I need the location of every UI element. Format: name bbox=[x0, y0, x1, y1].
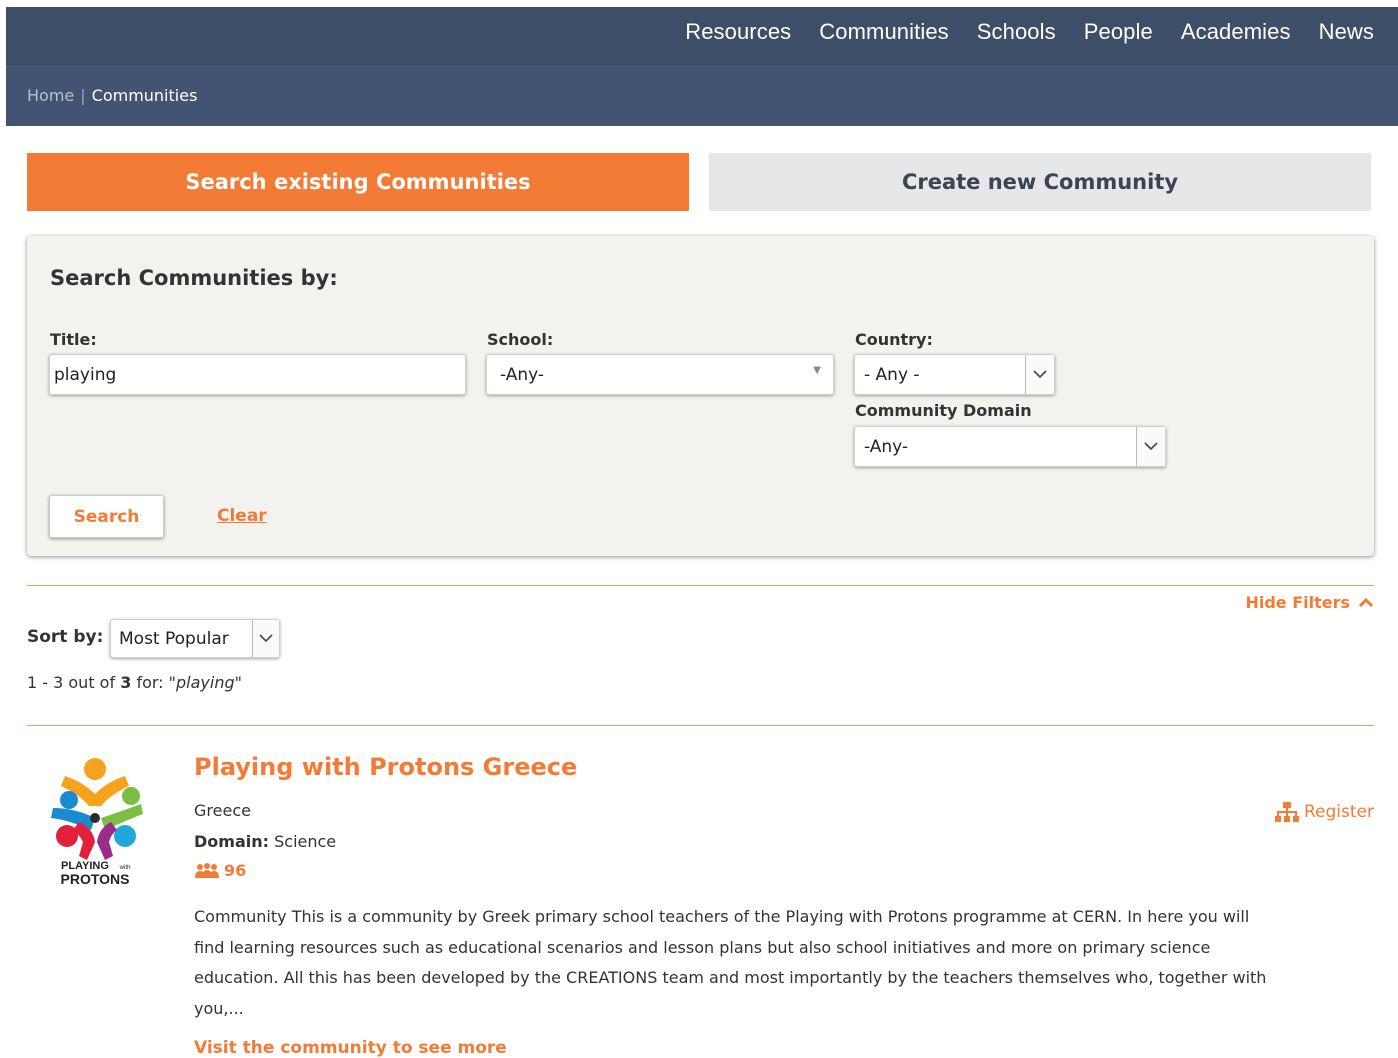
nav-academies[interactable]: Academies bbox=[1181, 19, 1291, 45]
breadcrumb: Home | Communities bbox=[27, 86, 197, 105]
community-logo[interactable]: PLAYING with PROTONS bbox=[45, 758, 155, 893]
community-members: 96 bbox=[194, 861, 246, 880]
tab-search-communities[interactable]: Search existing Communities bbox=[27, 153, 689, 211]
members-icon bbox=[195, 862, 219, 878]
community-description: Community This is a community by Greek p… bbox=[194, 907, 1267, 1018]
chevron-down-icon bbox=[1136, 427, 1165, 466]
filters-panel: Search Communities by: Title: playing Sc… bbox=[27, 236, 1374, 556]
school-select-value: -Any- bbox=[500, 364, 545, 385]
community-domain-value: -Any- bbox=[864, 436, 909, 457]
register-icon bbox=[1275, 802, 1299, 822]
community-domain-label: Community Domain bbox=[855, 401, 1032, 420]
nav-news[interactable]: News bbox=[1319, 19, 1374, 45]
nav-schools[interactable]: Schools bbox=[977, 19, 1056, 45]
tab-create-community[interactable]: Create new Community bbox=[709, 153, 1371, 211]
title-input[interactable]: playing bbox=[49, 354, 466, 395]
community-title-link[interactable]: Playing with Protons Greece bbox=[194, 753, 577, 781]
community-domain-select[interactable]: -Any- bbox=[854, 426, 1166, 467]
title-label: Title: bbox=[50, 330, 97, 349]
chevron-up-icon bbox=[1358, 597, 1374, 608]
divider bbox=[27, 725, 1374, 726]
sort-label: Sort by: bbox=[27, 627, 104, 647]
hide-filters-toggle[interactable]: Hide Filters bbox=[1245, 593, 1374, 612]
top-navigation: Resources Communities Schools People Aca… bbox=[6, 7, 1398, 66]
clear-link[interactable]: Clear bbox=[217, 506, 267, 526]
hide-filters-label: Hide Filters bbox=[1245, 593, 1350, 612]
filters-heading: Search Communities by: bbox=[50, 266, 338, 290]
logo-text-protons: PROTONS bbox=[61, 871, 130, 887]
nav-communities[interactable]: Communities bbox=[819, 19, 948, 45]
chevron-down-icon bbox=[1025, 355, 1054, 394]
chevron-down-icon bbox=[252, 620, 279, 657]
country-select[interactable]: - Any - bbox=[854, 354, 1055, 395]
title-input-value: playing bbox=[54, 364, 117, 385]
breadcrumb-bar: Home | Communities bbox=[6, 66, 1398, 126]
community-country: Greece bbox=[194, 801, 251, 820]
dropdown-triangle-icon: ▼ bbox=[813, 365, 821, 376]
visit-community-link[interactable]: Visit the community to see more bbox=[194, 1038, 507, 1058]
nav-links: Resources Communities Schools People Aca… bbox=[657, 7, 1374, 57]
register-button[interactable]: Register bbox=[1275, 801, 1374, 823]
nav-people[interactable]: People bbox=[1084, 19, 1153, 45]
breadcrumb-current: Communities bbox=[91, 86, 198, 105]
results-count: 1 - 3 out of 3 for: "playing" bbox=[27, 673, 242, 692]
country-select-value: - Any - bbox=[864, 364, 920, 385]
sort-select[interactable]: Most Popular bbox=[110, 619, 280, 658]
divider bbox=[27, 585, 1374, 586]
breadcrumb-separator: | bbox=[80, 86, 86, 105]
sort-select-value: Most Popular bbox=[119, 628, 229, 649]
school-select[interactable]: -Any- ▼ bbox=[486, 354, 834, 395]
country-label: Country: bbox=[855, 330, 933, 349]
community-domain: Domain: Science bbox=[194, 832, 337, 851]
breadcrumb-home[interactable]: Home bbox=[27, 86, 74, 105]
nav-resources[interactable]: Resources bbox=[685, 19, 791, 45]
school-label: School: bbox=[487, 330, 554, 349]
search-button[interactable]: Search bbox=[49, 495, 164, 538]
